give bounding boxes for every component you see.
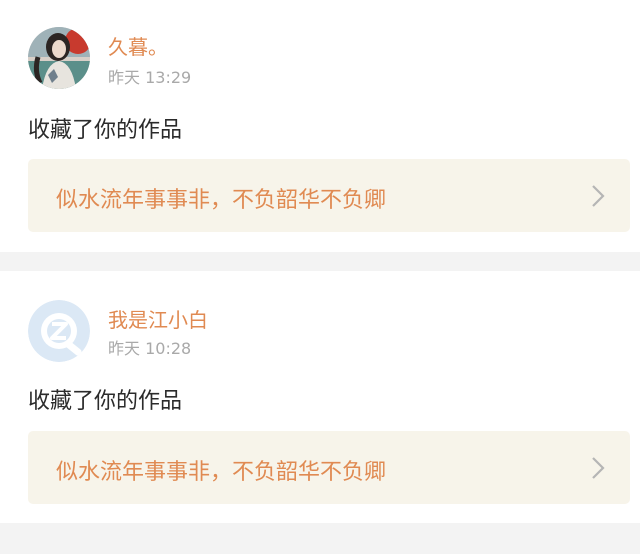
notification-feed: 久暮。 昨天 13:29 收藏了你的作品 似水流年事事非，不负韶华不负卿 我是江… bbox=[0, 0, 640, 554]
timestamp: 昨天 10:28 bbox=[108, 339, 192, 358]
username[interactable]: 我是江小白 bbox=[108, 304, 208, 333]
action-text: 收藏了你的作品 bbox=[28, 118, 183, 143]
user-avatar[interactable] bbox=[28, 300, 90, 362]
work-link[interactable]: 似水流年事事非，不负韶华不负卿 bbox=[28, 159, 630, 232]
work-link[interactable]: 似水流年事事非，不负韶华不负卿 bbox=[28, 431, 630, 504]
default-q-avatar-icon bbox=[28, 300, 90, 362]
chevron-right-icon bbox=[592, 185, 605, 207]
notification-card: 我是江小白 昨天 10:28 收藏了你的作品 似水流年事事非，不负韶华不负卿 bbox=[0, 271, 640, 523]
chevron-right-icon bbox=[592, 457, 605, 479]
work-title: 似水流年事事非，不负韶华不负卿 bbox=[56, 188, 387, 213]
timestamp: 昨天 13:29 bbox=[108, 68, 192, 87]
username[interactable]: 久暮。 bbox=[108, 31, 168, 60]
user-avatar[interactable] bbox=[28, 27, 90, 89]
action-text: 收藏了你的作品 bbox=[28, 389, 183, 414]
photo-avatar-icon bbox=[28, 27, 90, 89]
notification-card: 久暮。 昨天 13:29 收藏了你的作品 似水流年事事非，不负韶华不负卿 bbox=[0, 0, 640, 252]
work-title: 似水流年事事非，不负韶华不负卿 bbox=[56, 460, 387, 485]
